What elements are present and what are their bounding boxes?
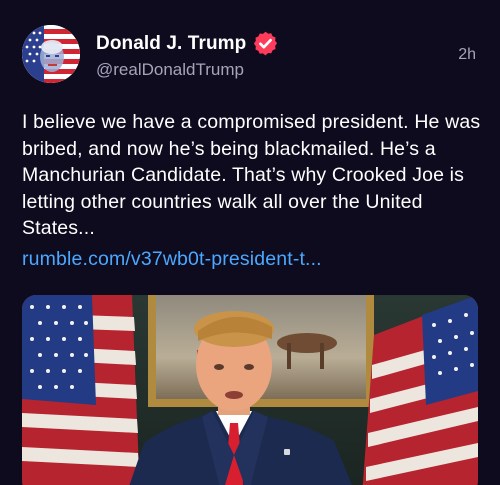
post-card[interactable]: Donald J. Trump @realDonaldTrump 2h I be… bbox=[0, 0, 500, 485]
avatar-portrait-icon bbox=[22, 25, 80, 83]
avatar[interactable] bbox=[22, 25, 80, 83]
american-flag-left-icon bbox=[22, 295, 140, 485]
verified-badge-icon bbox=[252, 30, 279, 57]
post-text: I believe we have a compromised presiden… bbox=[22, 111, 481, 239]
author-handle[interactable]: @realDonaldTrump bbox=[96, 60, 244, 80]
author-display-name[interactable]: Donald J. Trump bbox=[96, 33, 246, 55]
post-media-video-thumbnail[interactable] bbox=[22, 295, 478, 485]
post-link[interactable]: rumble.com/v37wb0t-president-t... bbox=[22, 246, 322, 273]
post-timestamp[interactable]: 2h bbox=[458, 46, 476, 64]
author-name-row: Donald J. Trump bbox=[96, 30, 279, 57]
